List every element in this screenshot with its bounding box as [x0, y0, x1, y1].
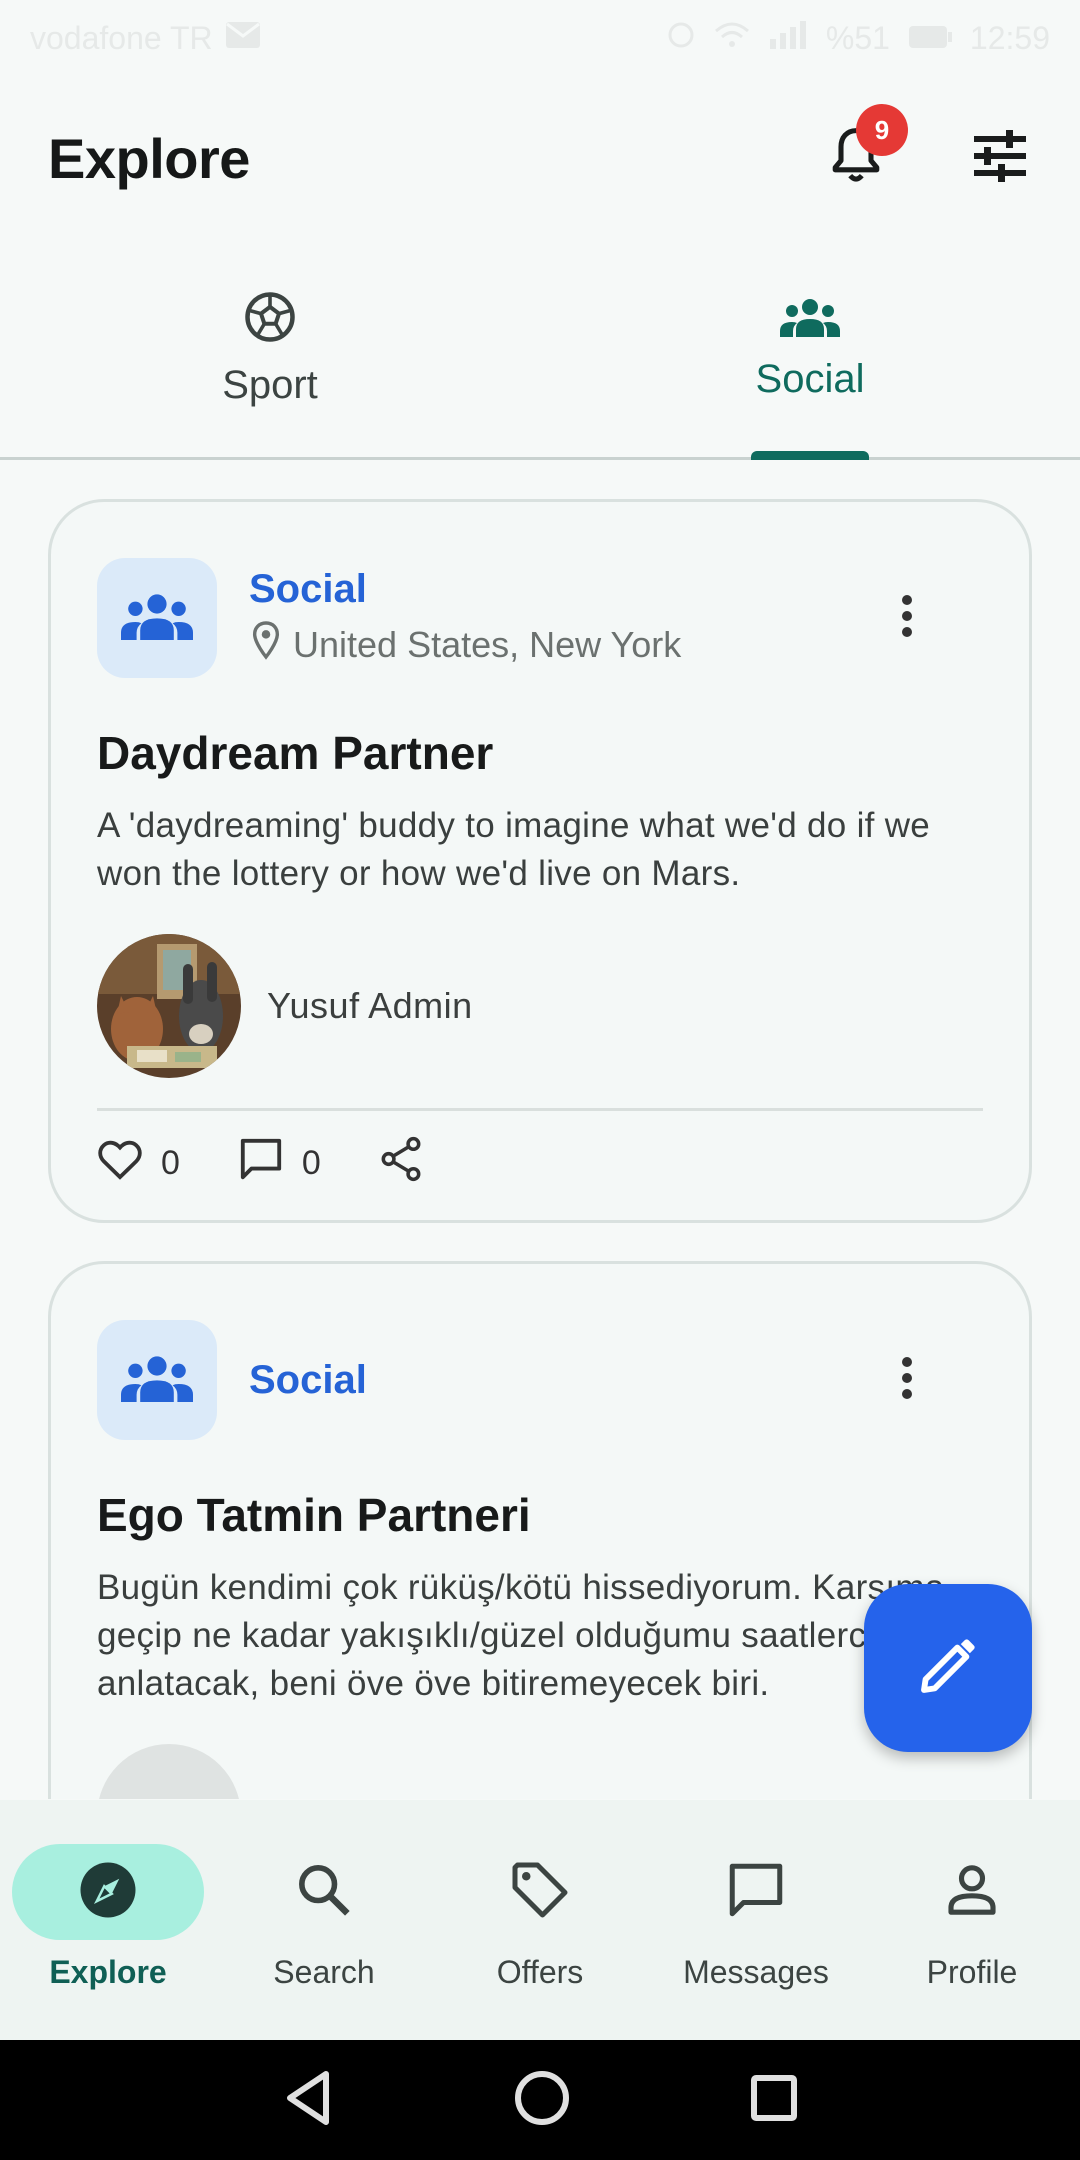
- author-name[interactable]: Yusuf Admin: [267, 985, 473, 1027]
- filter-button[interactable]: [968, 126, 1032, 190]
- category-tile: [97, 1320, 217, 1440]
- wifi-icon: [714, 20, 750, 57]
- post-location: United States, New York: [249, 620, 681, 669]
- post-title[interactable]: Daydream Partner: [97, 726, 983, 780]
- system-navigation-bar: [0, 2040, 1080, 2160]
- bottom-navigation: Explore Search Offers Messages Profile: [0, 1800, 1080, 2040]
- like-button[interactable]: 0: [97, 1138, 180, 1189]
- search-icon: [296, 1862, 352, 1923]
- page-title: Explore: [48, 126, 250, 190]
- nav-offers[interactable]: Offers: [432, 1800, 648, 2040]
- status-bar: vodafone TR %51 12:59: [0, 0, 1080, 76]
- battery-icon: [908, 20, 952, 57]
- post-author[interactable]: Yusuf Admin: [97, 934, 983, 1078]
- post-card[interactable]: Social United States, New York Daydream …: [48, 499, 1032, 1223]
- alarm-icon: [666, 19, 696, 57]
- compass-icon: [78, 1860, 138, 1925]
- active-tab-indicator: [751, 451, 869, 460]
- nav-messages[interactable]: Messages: [648, 1800, 864, 2040]
- like-count: 0: [161, 1143, 180, 1182]
- comment-count: 0: [301, 1143, 321, 1182]
- category-tabs: Sport Social: [0, 240, 1080, 460]
- more-vert-icon: [900, 594, 914, 643]
- post-description: Bugün kendimi çok rüküş/kötü hissediyoru…: [97, 1568, 945, 1703]
- tag-icon: [510, 1860, 570, 1925]
- category-tile: [97, 558, 217, 678]
- notification-badge: 9: [856, 104, 908, 156]
- post-description: A 'daydreaming' buddy to imagine what we…: [97, 806, 931, 893]
- nav-profile-label: Profile: [926, 1954, 1018, 1990]
- edit-pencil-icon: [916, 1634, 980, 1703]
- back-icon[interactable]: [282, 2070, 334, 2131]
- groups-icon: [121, 592, 193, 645]
- nav-offers-label: Offers: [496, 1954, 584, 1990]
- tab-social[interactable]: Social: [540, 240, 1080, 460]
- post-author[interactable]: [97, 1744, 983, 1799]
- post-actions: 0 0: [97, 1111, 983, 1215]
- nav-search-label: Search: [273, 1954, 375, 1990]
- more-options-button[interactable]: [887, 1348, 927, 1412]
- app-header: Explore 9: [0, 76, 1080, 240]
- comment-icon: [238, 1136, 284, 1191]
- nav-search[interactable]: Search: [216, 1800, 432, 2040]
- tab-sport[interactable]: Sport: [0, 240, 540, 457]
- carrier-label: vodafone TR: [30, 19, 213, 56]
- comment-button[interactable]: 0: [238, 1136, 321, 1191]
- clock: 12:59: [969, 19, 1050, 56]
- mail-icon: [225, 20, 261, 57]
- tune-icon: [972, 129, 1028, 187]
- signal-icon: [768, 20, 808, 57]
- location-text: United States, New York: [293, 623, 682, 665]
- nav-profile[interactable]: Profile: [864, 1800, 1080, 2040]
- soccer-ball-icon: [243, 290, 297, 349]
- avatar[interactable]: [97, 1744, 241, 1799]
- more-options-button[interactable]: [887, 586, 927, 650]
- more-vert-icon: [900, 1356, 914, 1405]
- recents-icon[interactable]: [750, 2074, 798, 2127]
- home-icon[interactable]: [514, 2070, 570, 2131]
- avatar[interactable]: [97, 934, 241, 1078]
- nav-explore-label: Explore: [49, 1954, 167, 1990]
- groups-icon: [121, 1354, 193, 1407]
- post-category: Social: [249, 1357, 367, 1402]
- post-title[interactable]: Ego Tatmin Partneri: [97, 1488, 983, 1542]
- share-button[interactable]: [379, 1136, 423, 1191]
- notifications-button[interactable]: 9: [824, 104, 908, 190]
- nav-explore[interactable]: Explore: [0, 1800, 216, 2040]
- post-category: Social: [249, 567, 367, 611]
- battery-label: %51: [825, 19, 890, 56]
- nav-messages-label: Messages: [683, 1954, 829, 1990]
- groups-icon: [780, 296, 840, 343]
- location-pin-icon: [249, 620, 283, 669]
- tab-social-label: Social: [755, 356, 865, 401]
- message-icon: [726, 1860, 786, 1925]
- create-post-button[interactable]: [864, 1584, 1032, 1752]
- person-icon: [944, 1862, 1000, 1923]
- tab-sport-label: Sport: [222, 362, 318, 407]
- heart-icon: [97, 1138, 143, 1189]
- share-icon: [379, 1136, 423, 1191]
